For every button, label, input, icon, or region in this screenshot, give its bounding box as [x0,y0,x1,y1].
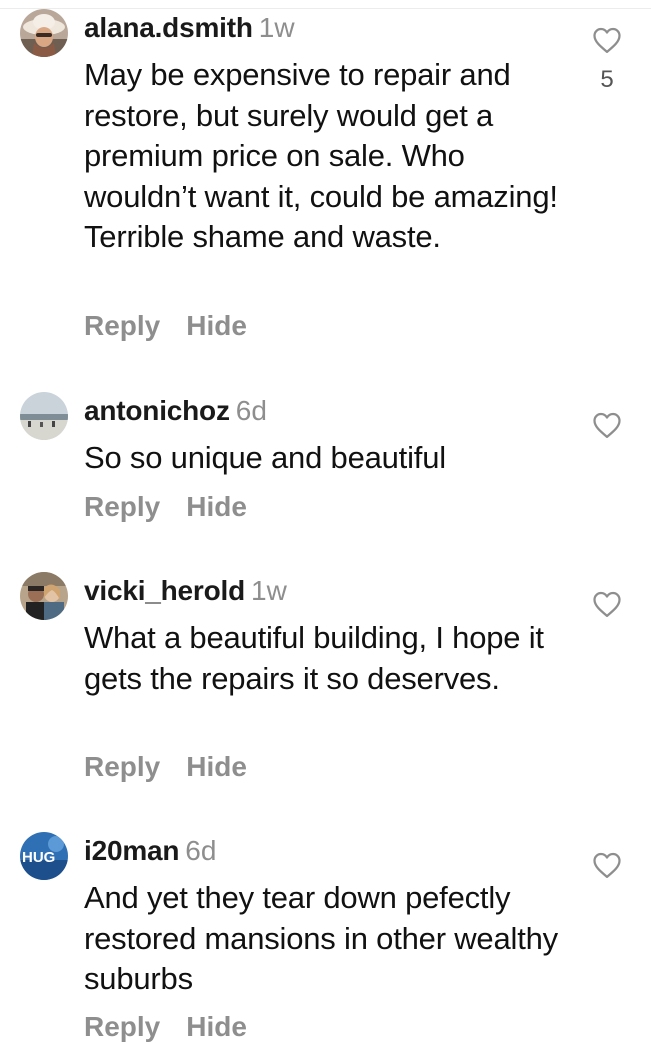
reply-button[interactable]: Reply [84,310,160,341]
user-avatar[interactable] [20,392,68,440]
like-button[interactable] [592,851,622,879]
woman-sun-hat-avatar-icon [20,9,68,57]
comment-actions: Reply Hide [84,490,273,524]
user-avatar[interactable] [20,9,68,57]
comment-header: alana.dsmith 1w [84,11,295,45]
comment-header: vicki_herold 1w [84,574,287,608]
comment-item: vicki_herold 1w What a beautiful building… [0,572,651,802]
comment-text: And yet they tear down pefectly restored… [84,880,558,997]
hide-button[interactable]: Hide [186,491,247,522]
reply-button[interactable]: Reply [84,751,160,782]
comment-time: 6d [235,395,267,426]
like-button[interactable] [592,411,622,439]
comment-header: i20man 6d [84,834,216,868]
comment-text: So so unique and beautiful [84,440,446,475]
hide-button[interactable]: Hide [186,751,247,782]
hide-button[interactable]: Hide [186,1011,247,1042]
comment-time: 1w [251,575,287,606]
username-link[interactable]: i20man [84,835,179,866]
couple-photo-avatar-icon [20,572,68,620]
hide-button[interactable]: Hide [186,310,247,341]
comment-item: antonichoz 6d So so unique and beautiful … [0,392,651,542]
comment-text: What a beautiful building, I hope it get… [84,620,544,696]
heart-icon [593,852,621,878]
heart-icon [593,412,621,438]
like-button[interactable] [592,590,622,618]
comment-actions: Reply Hide [84,1010,273,1044]
hug-logo-avatar-icon: HUG [20,832,68,880]
reply-button[interactable]: Reply [84,491,160,522]
username-link[interactable]: alana.dsmith [84,12,253,43]
comment-text: May be expensive to repair and restore, … [84,57,558,255]
like-button[interactable] [592,26,622,54]
top-divider [0,0,651,9]
seaside-landscape-avatar-icon [20,392,68,440]
hug-logo-text: HUG [22,849,55,866]
username-link[interactable]: antonichoz [84,395,230,426]
comment-item: alana.dsmith 1w May be expensive to repai… [0,9,651,359]
like-count: 5 [600,66,614,93]
reply-button[interactable]: Reply [84,1011,160,1042]
heart-icon [593,27,621,53]
heart-icon [593,591,621,617]
user-avatar[interactable] [20,572,68,620]
user-avatar[interactable]: HUG [20,832,68,880]
username-link[interactable]: vicki_herold [84,575,245,606]
comment-time: 6d [185,835,217,866]
comment-item: HUG i20man 6d And yet they tear down pefe… [0,832,651,1042]
comment-time: 1w [258,12,295,43]
comment-actions: Reply Hide [84,750,273,784]
comment-actions: Reply Hide [84,309,273,343]
comment-header: antonichoz 6d [84,394,267,428]
